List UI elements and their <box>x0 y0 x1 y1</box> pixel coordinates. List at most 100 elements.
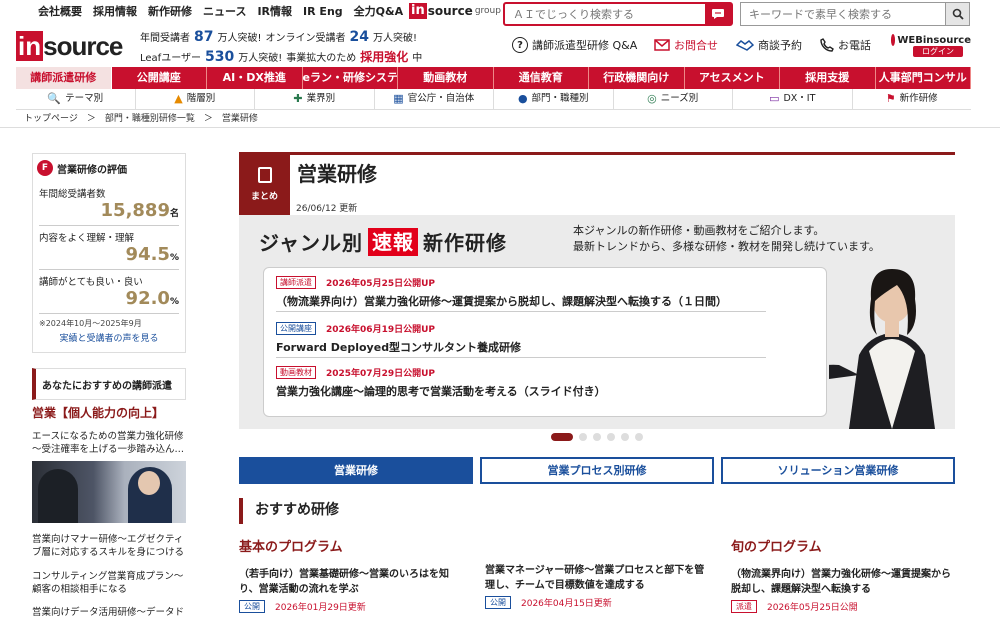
mainnav-government[interactable]: 行政機関向け <box>589 67 685 89</box>
mainnav-video[interactable]: 動画教材 <box>398 67 494 89</box>
recommend-item[interactable]: エースになるための営業力強化研修～受注確率を上げる一歩踏み込ん… <box>32 430 186 456</box>
subnav-theme[interactable]: 🔍 テーマ別 <box>16 89 136 109</box>
period-note: ※2024年10月～2025年9月 <box>39 319 142 328</box>
carousel-dot[interactable] <box>551 433 573 441</box>
search-icon: 🔍 <box>47 92 62 105</box>
banner-title: ジャンル別 速報 新作研修 <box>259 227 507 256</box>
nav-company[interactable]: 会社概要 <box>38 4 82 20</box>
people-icon: ◎ <box>647 92 657 105</box>
main-nav: 講師派遣研修 公開講座 AI・DX推進 eラン・研修システム 動画教材 通信教育… <box>16 67 971 89</box>
mainnav-recruit-support[interactable]: 採用支援 <box>780 67 876 89</box>
recommend-item[interactable]: 営業向けデータ活用研修～データド <box>32 606 186 619</box>
page-title: 営業研修 <box>297 162 377 186</box>
insource-group-logo[interactable]: in source group <box>409 3 501 19</box>
nav-qa[interactable]: 全力Q&A <box>354 4 403 20</box>
ai-search-input[interactable] <box>505 7 705 21</box>
evaluation-panel: F 営業研修の評価 年間総受講者数 15,889名 内容をよく理解・理解 94.5… <box>32 153 186 353</box>
recommend-item[interactable]: 営業向けマナー研修～エグゼクティブ層に対応するスキルを身につける <box>32 533 186 559</box>
program-link[interactable]: （物流業界向け）営業力強化研修～運賃提案から脱却し、課題解決型へ転換する <box>731 567 957 597</box>
voice-link[interactable]: 実績と受講者の声を見る <box>33 329 185 344</box>
new-training-banner[interactable]: ジャンル別 速報 新作研修 本ジャンルの新作研修・動画教材をご紹介します。 最新… <box>239 215 955 429</box>
subnav-department[interactable]: ● 部門・職種別 <box>494 89 614 109</box>
subnav-dx-it[interactable]: ▭ DX・IT <box>733 89 853 109</box>
building-icon: ▦ <box>393 92 404 105</box>
stat-understanding: 内容をよく理解・理解 94.5% <box>33 230 185 270</box>
stairs-icon: ▲ <box>174 92 183 105</box>
mainnav-correspondence[interactable]: 通信教育 <box>494 67 589 89</box>
web-insource-login[interactable]: WEBinsource ログイン <box>891 34 971 62</box>
banner-item[interactable]: 動画教材 2025年07月29日公開UP 営業力強化講座～論理的思考で営業活動を考… <box>276 366 766 401</box>
banner-description: 本ジャンルの新作研修・動画教材をご紹介します。 最新トレンドから、多様な研修・教… <box>573 224 880 253</box>
carousel-dot[interactable] <box>607 433 615 441</box>
program-link[interactable]: （若手向け）営業基礎研修～営業のいろはを知り、営業活動の流れを学ぶ <box>239 567 465 597</box>
mainnav-hr-consult[interactable]: 人事部門コンサル <box>876 67 971 89</box>
subnav-level[interactable]: ▲ 階層別 <box>136 89 255 109</box>
stat-attendees: 年間総受講者数 15,889名 <box>33 186 185 226</box>
banner-item[interactable]: 講師派遣 2026年05月25日公開UP （物流業界向け）営業力強化研修～運賃提案… <box>276 276 766 312</box>
subnav-industry[interactable]: ✚ 業界別 <box>255 89 375 109</box>
flag-icon: ⚑ <box>885 92 896 105</box>
nav-recruit[interactable]: 採用情報 <box>93 4 137 20</box>
mainnav-assessment[interactable]: アセスメント <box>685 67 780 89</box>
tab-sales[interactable]: 営業研修 <box>239 457 473 484</box>
updated-date: 26/06/12 更新 <box>296 204 358 214</box>
section-heading: おすすめ研修 <box>239 498 955 524</box>
tab-solution-sales[interactable]: ソリューション営業研修 <box>721 457 955 484</box>
carousel-dot[interactable] <box>621 433 629 441</box>
carousel-dots <box>551 433 643 441</box>
mainnav-elearning[interactable]: eラン・研修システム <box>303 67 398 89</box>
carousel-dot[interactable] <box>579 433 587 441</box>
sub-nav: 🔍 テーマ別 ▲ 階層別 ✚ 業界別 ▦ 官公庁・自治体 ● 部門・職種別 ◎ ニーズ別 ▭… <box>16 89 971 110</box>
tab-sales-process[interactable]: 営業プロセス別研修 <box>480 457 714 484</box>
carousel-dot[interactable] <box>635 433 643 441</box>
ai-search-box <box>503 2 733 26</box>
title-bar <box>239 152 955 155</box>
recommend-item[interactable]: コンサルティング営業育成プラン～顧客の相談相手になる <box>32 570 186 596</box>
web-insource-icon <box>891 34 896 46</box>
consult-link[interactable]: 商談予約 <box>736 37 802 53</box>
program-column: 旬のプログラム （物流業界向け）営業力強化研修～運賃提案から脱却し、課題解決型へ… <box>731 536 957 613</box>
nav-ir[interactable]: IR情報 <box>257 4 292 20</box>
insource-logo[interactable]: in source <box>16 31 123 61</box>
mainnav-public[interactable]: 公開講座 <box>112 67 207 89</box>
keyword-search-box <box>740 2 970 26</box>
mail-icon <box>654 39 670 51</box>
nav-ir-eng[interactable]: IR Eng <box>303 4 343 20</box>
phone-link[interactable]: お電話 <box>820 37 871 53</box>
search-icon[interactable] <box>945 3 969 25</box>
phone-icon <box>820 38 834 52</box>
presenter-photo <box>829 269 935 429</box>
nav-news[interactable]: ニュース <box>203 4 246 20</box>
carousel-dot[interactable] <box>593 433 601 441</box>
utility-nav: 会社概要 採用情報 新作研修 ニュース IR情報 IR Eng 全力Q&A <box>38 4 414 20</box>
mainnav-dispatch[interactable]: 講師派遣研修 <box>16 67 112 89</box>
program-column: 営業マネージャー研修～営業プロセスと部下を管理し、チームで目標数値を達成する 公… <box>485 536 711 609</box>
subnav-needs[interactable]: ◎ ニーズ別 <box>614 89 733 109</box>
program-column: 基本のプログラム （若手向け）営業基礎研修～営業のいろはを知り、営業活動の流れを… <box>239 536 465 613</box>
recommend-heading: あなたにおすすめの講師派遣 <box>32 368 186 400</box>
recommend-photo[interactable] <box>32 461 186 523</box>
banner-card: 講師派遣 2026年05月25日公開UP （物流業界向け）営業力強化研修～運賃提案… <box>263 267 827 417</box>
handshake-icon <box>736 40 754 51</box>
keyword-search-input[interactable] <box>741 7 945 21</box>
breadcrumb[interactable]: トップページ ＞ 部門・職種別研修一覧 ＞ 営業研修 <box>0 110 1000 128</box>
qa-link[interactable]: ? 講師派遣型研修 Q&A <box>512 37 637 53</box>
mainnav-ai-dx[interactable]: AI・DX推進 <box>207 67 303 89</box>
person-icon: ● <box>517 92 528 105</box>
banner-item[interactable]: 公開講座 2026年06月19日公開UP Forward Deployed型コンサ… <box>276 322 766 358</box>
stat-instructor: 講師がとても良い・良い 92.0% <box>33 274 185 314</box>
book-icon <box>257 167 272 183</box>
recommend-category[interactable]: 営業【個人能力の向上】 <box>32 404 164 421</box>
summary-badge: まとめ <box>239 155 290 217</box>
subnav-government[interactable]: ▦ 官公庁・自治体 <box>375 89 494 109</box>
question-icon: ? <box>512 37 528 53</box>
program-link[interactable]: 営業マネージャー研修～営業プロセスと部下を管理し、チームで目標数値を達成する <box>485 563 711 593</box>
category-tabs: 営業研修 営業プロセス別研修 ソリューション営業研修 <box>239 457 955 484</box>
nav-new-training[interactable]: 新作研修 <box>148 4 192 20</box>
contact-link[interactable]: お問合せ <box>654 37 718 53</box>
subnav-new[interactable]: ⚑ 新作研修 <box>853 89 972 109</box>
industry-icon: ✚ <box>293 92 303 105</box>
chat-icon[interactable] <box>705 4 731 24</box>
company-stats: 年間受講者 87 万人突破! オンライン受講者 24 万人突破! Leafユーザー 530… <box>140 29 423 65</box>
rating-icon: F <box>37 160 53 176</box>
